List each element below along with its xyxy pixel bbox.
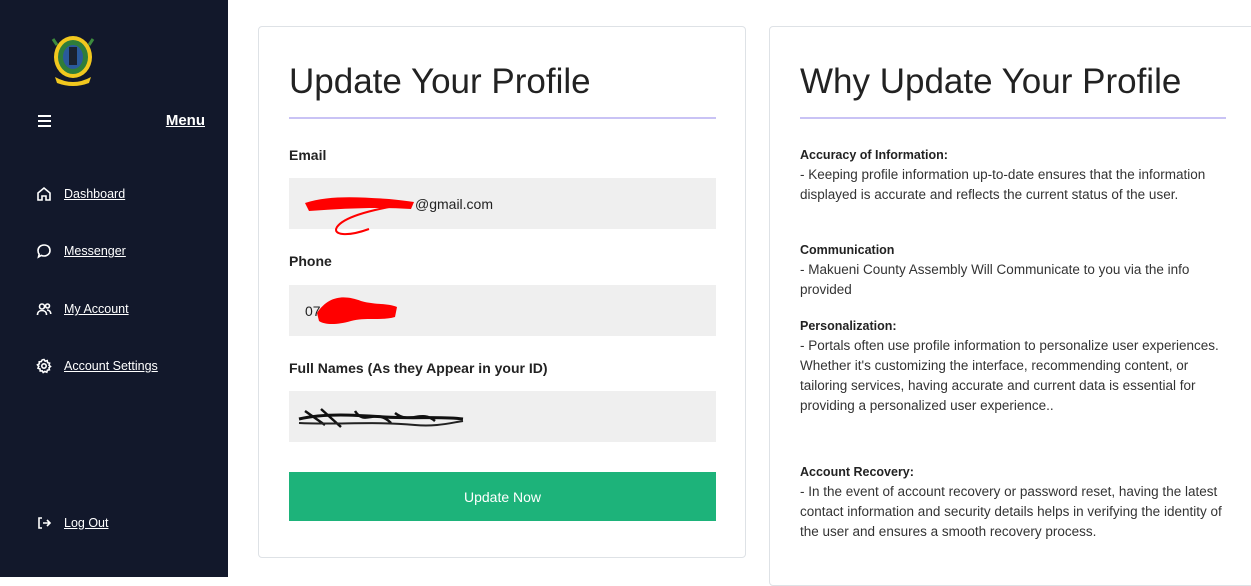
logout-link[interactable]: Log Out (36, 513, 108, 533)
reason-heading: Personalization: (800, 319, 897, 333)
logout-label: Log Out (64, 516, 109, 530)
sidebar: Menu Dashboard Messenger My Account Acco… (0, 0, 228, 577)
sidebar-item-messenger[interactable]: Messenger (36, 241, 126, 261)
reason-body: - In the event of account recovery or pa… (800, 484, 1222, 539)
reason-heading: Communication (800, 243, 895, 257)
title-divider (800, 117, 1226, 119)
reason-body: - Makueni County Assembly Will Communica… (800, 262, 1190, 297)
sidebar-item-label: My Account (64, 302, 129, 316)
title-divider (289, 117, 716, 119)
home-icon (37, 186, 51, 201)
county-logo (51, 36, 95, 86)
email-label: Email (289, 147, 327, 163)
fullname-label: Full Names (As they Appear in your ID) (289, 360, 548, 376)
form-title: Update Your Profile (289, 62, 591, 101)
sidebar-item-my-account[interactable]: My Account (36, 299, 129, 319)
reason-heading: Account Recovery: (800, 465, 914, 479)
sidebar-item-label: Dashboard (64, 187, 126, 201)
logout-icon (38, 517, 52, 529)
email-value: @gmail.com (415, 195, 494, 212)
gear-icon (36, 358, 52, 374)
sidebar-item-account-settings[interactable]: Account Settings (36, 356, 158, 376)
sidebar-item-dashboard[interactable]: Dashboard (36, 184, 125, 204)
users-icon (36, 303, 52, 316)
phone-label: Phone (289, 253, 332, 269)
hamburger-icon[interactable] (38, 115, 51, 127)
chat-icon (37, 244, 51, 259)
why-title: Why Update Your Profile (800, 62, 1182, 101)
why-update-card: Why Update Your Profile Accuracy of Info… (769, 26, 1251, 586)
update-now-button[interactable]: Update Now (289, 472, 716, 521)
reason-body: - Portals often use profile information … (800, 338, 1219, 413)
email-redaction (305, 197, 414, 235)
reason-heading: Accuracy of Information: (800, 148, 948, 162)
menu-label[interactable]: Menu (166, 112, 205, 129)
sidebar-item-label: Account Settings (64, 359, 158, 373)
menu-row: Menu (0, 112, 228, 134)
sidebar-item-label: Messenger (64, 244, 126, 258)
update-profile-card: Update Your Profile Email @gmail.com Pho… (258, 26, 746, 558)
phone-redaction (317, 297, 397, 324)
reason-body: - Keeping profile information up-to-date… (800, 167, 1206, 202)
fullname-redaction (298, 408, 464, 428)
